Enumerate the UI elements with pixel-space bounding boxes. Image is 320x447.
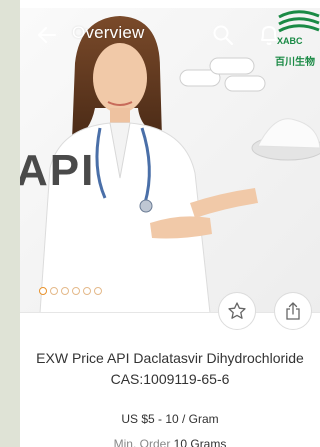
moq-label: Min. Order (113, 437, 171, 447)
carousel-dot[interactable] (61, 287, 69, 295)
carousel-dot[interactable] (50, 287, 58, 295)
left-margin-strip (0, 0, 20, 447)
carousel-dot[interactable] (83, 287, 91, 295)
logo-company-name: 百川生物 (275, 57, 315, 68)
company-logo: XABC 百川生物 (275, 8, 320, 68)
carousel-dot[interactable] (72, 287, 80, 295)
share-icon (286, 302, 300, 320)
share-button[interactable] (274, 292, 312, 330)
carousel-indicator (39, 287, 102, 295)
back-arrow-icon[interactable] (34, 22, 60, 48)
logo-mark-text: XABC (277, 36, 303, 46)
page-title: Overview (72, 23, 145, 42)
favorite-button[interactable] (218, 292, 256, 330)
app-screen: Overview XABC 百川生物 API EXW Price API Dac… (20, 0, 320, 447)
product-price: US $5 - 10 / Gram (121, 412, 219, 426)
product-title: EXW Price API Daclatasvir Dihydrochlorid… (36, 350, 304, 387)
carousel-dot[interactable] (39, 287, 47, 295)
moq-value: 10 Grams (173, 437, 227, 447)
star-icon (228, 302, 246, 319)
search-icon[interactable] (212, 24, 234, 46)
carousel-dot[interactable] (94, 287, 102, 295)
logo-mark-icon (278, 10, 320, 33)
hero-overlay-text: API (20, 146, 96, 195)
minimum-order: Min. Order 10 Grams (30, 437, 310, 447)
